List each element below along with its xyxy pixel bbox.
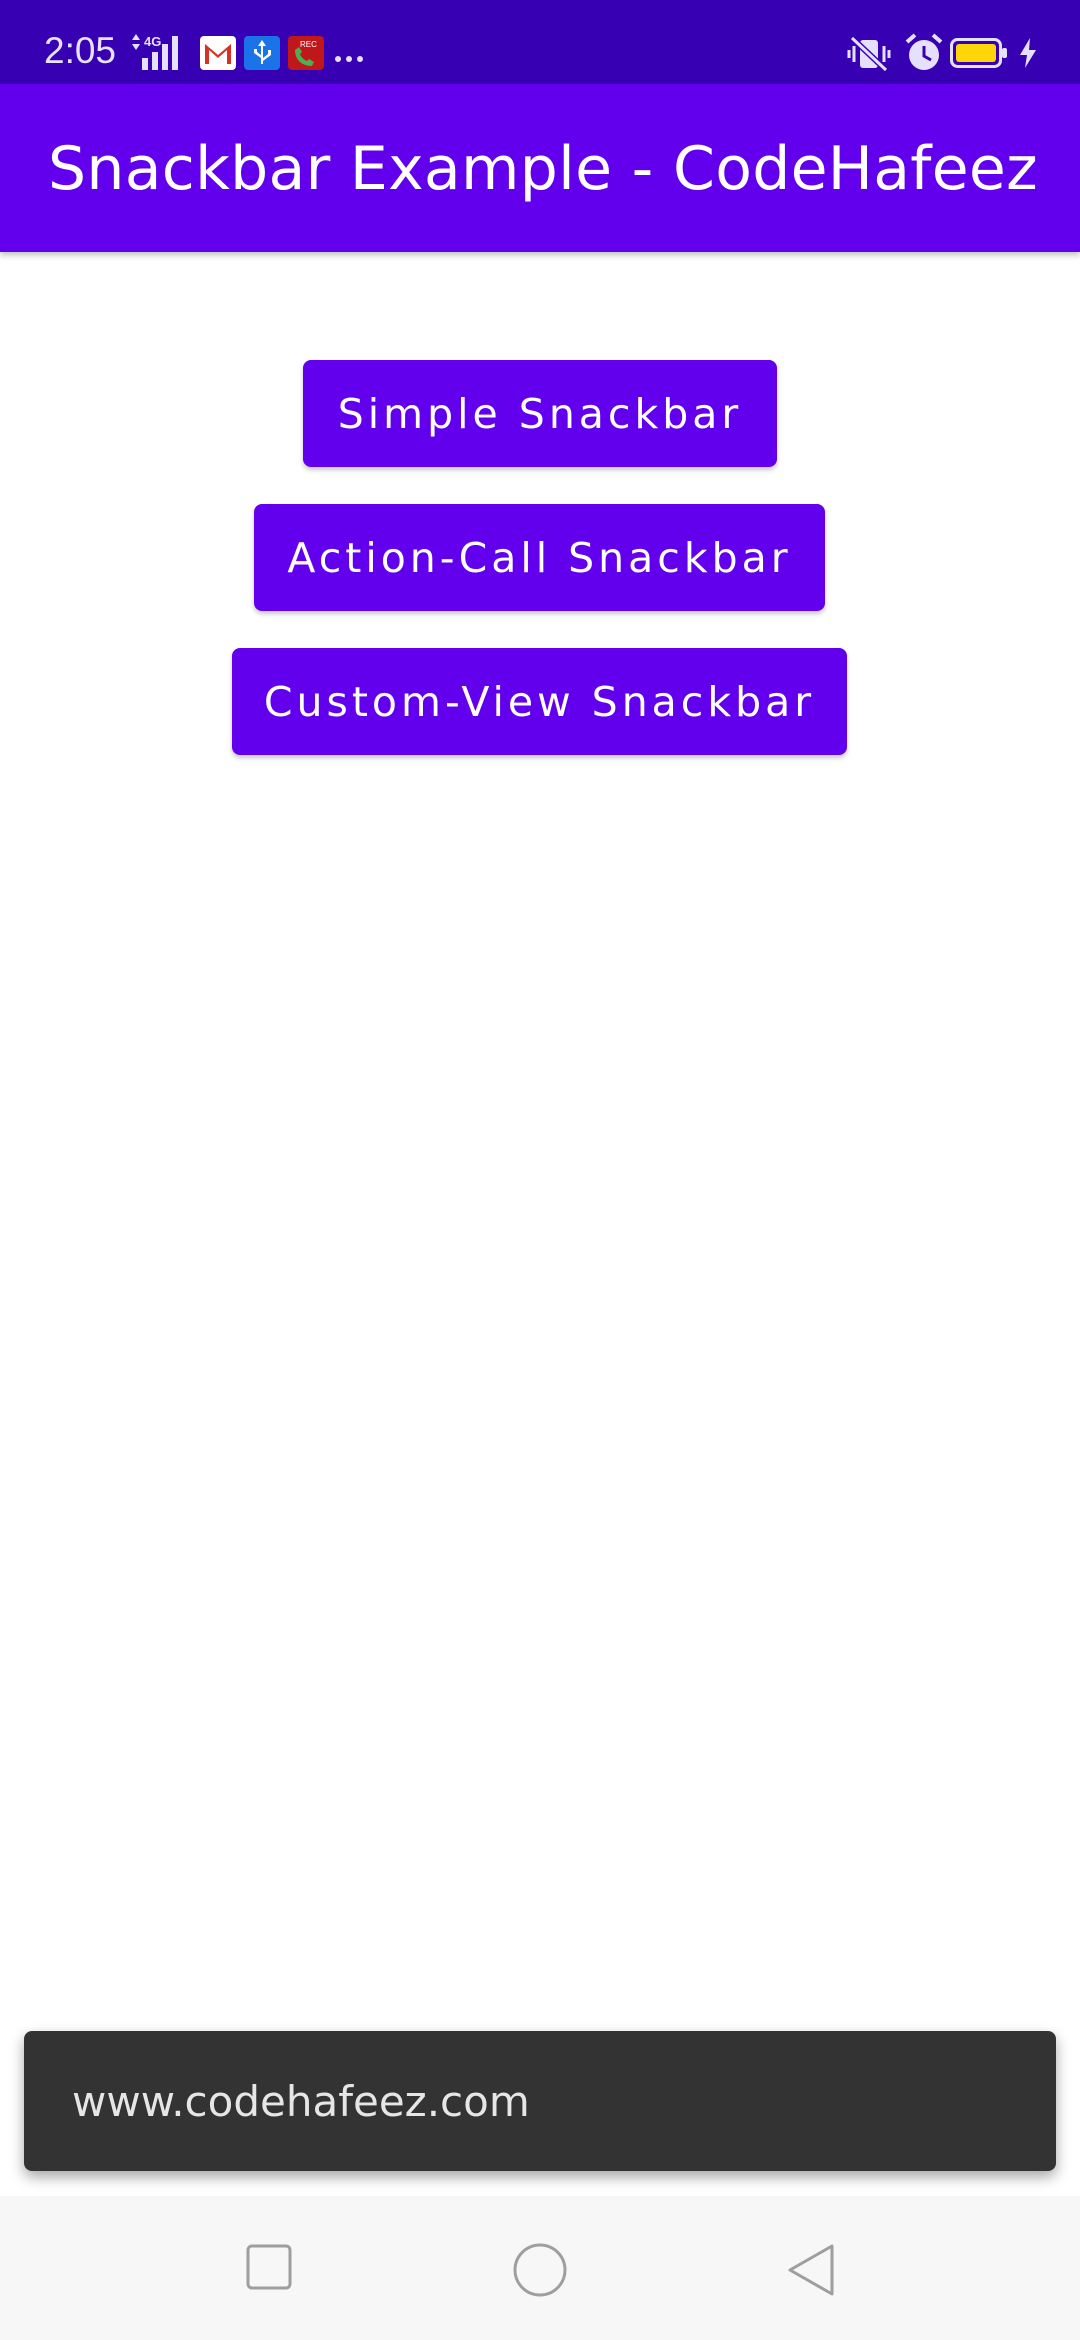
snackbar: www.codehafeez.com	[24, 2031, 1056, 2171]
recents-icon[interactable]	[246, 2244, 292, 2295]
snackbar-message: www.codehafeez.com	[72, 2077, 530, 2126]
custom-view-snackbar-button[interactable]: Custom-View Snackbar	[232, 648, 847, 755]
charging-icon	[1018, 38, 1038, 73]
vibrate-icon	[846, 34, 892, 79]
navigation-bar	[0, 2196, 1080, 2340]
action-call-snackbar-button[interactable]: Action-Call Snackbar	[254, 504, 825, 611]
simple-snackbar-button[interactable]: Simple Snackbar	[303, 360, 777, 467]
status-bar: 2:05 4G REC	[0, 0, 1080, 84]
svg-text:REC: REC	[300, 40, 317, 49]
alarm-icon	[904, 32, 944, 79]
app-title: Snackbar Example - CodeHafeez	[48, 134, 1038, 204]
back-icon[interactable]	[786, 2242, 836, 2303]
battery-icon	[950, 38, 1008, 73]
signal-icon: 4G	[130, 32, 192, 77]
more-notifications-icon	[334, 50, 364, 68]
app-bar: Snackbar Example - CodeHafeez	[0, 84, 1080, 252]
status-time: 2:05	[44, 30, 117, 71]
network-type-label: 4G	[144, 34, 161, 49]
gmail-icon	[200, 36, 236, 75]
usb-icon	[244, 36, 280, 75]
home-icon[interactable]	[512, 2242, 568, 2303]
call-recorder-icon: REC	[288, 36, 324, 75]
